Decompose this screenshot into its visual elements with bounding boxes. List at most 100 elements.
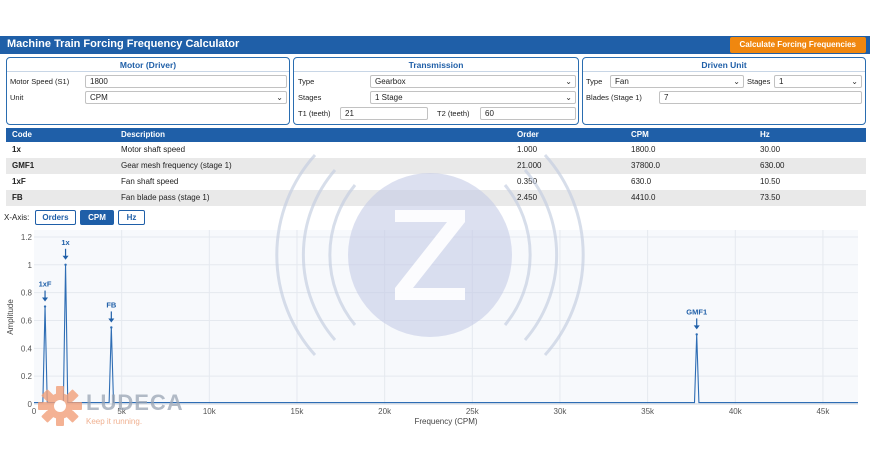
transmission-panel-title: Transmission: [294, 58, 578, 72]
row-code: FB: [12, 193, 23, 202]
row-hz: 30.00: [760, 145, 781, 154]
peak-label: 1x: [61, 238, 70, 247]
x-tick-label: 0: [32, 407, 37, 416]
t2-teeth-label: T2 (teeth): [437, 109, 470, 118]
x-tick-label: 30k: [554, 407, 568, 416]
x-tick-label: 35k: [641, 407, 655, 416]
x-tick-label: 15k: [291, 407, 305, 416]
driven-stages-value: 1: [779, 77, 784, 86]
chevron-down-icon: ⌄: [565, 93, 572, 102]
peak-point: [110, 326, 113, 329]
chevron-down-icon: ⌄: [565, 77, 572, 86]
row-code: 1xF: [12, 177, 26, 186]
driven-stages-select[interactable]: 1 ⌄: [774, 75, 862, 88]
results-table: Code Description Order CPM Hz 1x Motor s…: [6, 128, 866, 206]
row-code: GMF1: [12, 161, 35, 170]
peak-label: 1xF: [39, 280, 52, 289]
row-description: Motor shaft speed: [121, 145, 186, 154]
motor-panel: Motor (Driver) Motor Speed (S1) 1800 Uni…: [6, 57, 290, 125]
y-tick-label: 0: [28, 400, 33, 409]
column-header-hz: Hz: [760, 130, 770, 139]
app-title: Machine Train Forcing Frequency Calculat…: [7, 38, 240, 50]
y-tick-label: 1.2: [21, 233, 33, 242]
ludeca-logo: LUDECA Keep it running.: [38, 386, 183, 428]
transmission-type-value: Gearbox: [375, 77, 406, 86]
xaxis-hz-button[interactable]: Hz: [118, 210, 145, 225]
peak-point: [64, 263, 67, 266]
driven-type-value: Fan: [615, 77, 629, 86]
y-axis-title: Amplitude: [6, 299, 15, 335]
y-tick-label: 0.6: [21, 316, 33, 325]
y-tick-label: 0.8: [21, 289, 33, 298]
t2-teeth-input[interactable]: 60: [480, 107, 576, 120]
x-tick-label: 20k: [378, 407, 392, 416]
column-header-order: Order: [517, 130, 539, 139]
driven-panel-title: Driven Unit: [583, 58, 865, 72]
row-order: 0.350: [517, 177, 538, 186]
y-tick-label: 0.4: [21, 344, 33, 353]
driven-stages-label: Stages: [747, 77, 771, 86]
driven-type-label: Type: [586, 77, 603, 86]
table-header: Code Description Order CPM Hz: [6, 128, 866, 142]
row-cpm: 4410.0: [631, 193, 656, 202]
table-row: 1x Motor shaft speed 1.000 1800.0 30.00: [6, 142, 866, 158]
x-tick-label: 10k: [203, 407, 217, 416]
transmission-stages-value: 1 Stage: [375, 93, 403, 102]
table-row: FB Fan blade pass (stage 1) 2.450 4410.0…: [6, 190, 866, 206]
row-order: 21.000: [517, 161, 542, 170]
motor-speed-input[interactable]: 1800: [85, 75, 287, 88]
row-cpm: 630.0: [631, 177, 652, 186]
table-row: GMF1 Gear mesh frequency (stage 1) 21.00…: [6, 158, 866, 174]
motor-panel-title: Motor (Driver): [7, 58, 289, 72]
chevron-down-icon: ⌄: [733, 77, 740, 86]
table-row: 1xF Fan shaft speed 0.350 630.0 10.50: [6, 174, 866, 190]
column-header-code: Code: [12, 130, 32, 139]
blades-input[interactable]: 7: [659, 91, 862, 104]
plot-area: [34, 230, 858, 404]
row-description: Gear mesh frequency (stage 1): [121, 161, 232, 170]
row-hz: 10.50: [760, 177, 781, 186]
chevron-down-icon: ⌄: [851, 77, 858, 86]
transmission-panel: Transmission Type Gearbox ⌄ Stages 1 Sta…: [293, 57, 579, 125]
row-hz: 73.50: [760, 193, 781, 202]
row-order: 1.000: [517, 145, 538, 154]
peak-point: [43, 305, 47, 308]
motor-unit-label: Unit: [10, 93, 24, 102]
blades-label: Blades (Stage 1): [586, 93, 642, 102]
row-hz: 630.00: [760, 161, 785, 170]
t1-teeth-label: T1 (teeth): [298, 109, 331, 118]
peak-label: GMF1: [686, 307, 707, 316]
motor-unit-select[interactable]: CPM ⌄: [85, 91, 287, 104]
transmission-stages-select[interactable]: 1 Stage ⌄: [370, 91, 576, 104]
x-tick-label: 25k: [466, 407, 480, 416]
xaxis-cpm-button[interactable]: CPM: [80, 210, 114, 225]
driven-type-select[interactable]: Fan ⌄: [610, 75, 744, 88]
calculate-button[interactable]: Calculate Forcing Frequencies: [729, 37, 866, 53]
driven-panel: Driven Unit Type Fan ⌄ Stages 1 ⌄ Blades…: [582, 57, 866, 125]
t1-teeth-input[interactable]: 21: [340, 107, 428, 120]
app-header: Machine Train Forcing Frequency Calculat…: [0, 36, 870, 54]
ludeca-gear-icon: [38, 386, 82, 426]
row-code: 1x: [12, 145, 21, 154]
xaxis-orders-button[interactable]: Orders: [35, 210, 76, 225]
row-cpm: 1800.0: [631, 145, 656, 154]
transmission-type-label: Type: [298, 77, 315, 86]
column-header-description: Description: [121, 130, 166, 139]
x-axis-title: Frequency (CPM): [414, 417, 477, 426]
row-description: Fan shaft speed: [121, 177, 179, 186]
xaxis-label: X-Axis:: [4, 213, 30, 222]
row-description: Fan blade pass (stage 1): [121, 193, 210, 202]
ludeca-logo-text: LUDECA: [86, 390, 184, 415]
x-tick-label: 40k: [729, 407, 743, 416]
ludeca-tagline: Keep it running.: [86, 417, 143, 426]
peak-point: [695, 333, 698, 336]
transmission-stages-label: Stages: [298, 93, 322, 102]
motor-speed-label: Motor Speed (S1): [10, 77, 70, 86]
motor-unit-value: CPM: [90, 93, 108, 102]
row-order: 2.450: [517, 193, 538, 202]
y-tick-label: 1: [28, 261, 33, 270]
x-tick-label: 45k: [816, 407, 830, 416]
chevron-down-icon: ⌄: [276, 93, 283, 102]
column-header-cpm: CPM: [631, 130, 649, 139]
transmission-type-select[interactable]: Gearbox ⌄: [370, 75, 576, 88]
